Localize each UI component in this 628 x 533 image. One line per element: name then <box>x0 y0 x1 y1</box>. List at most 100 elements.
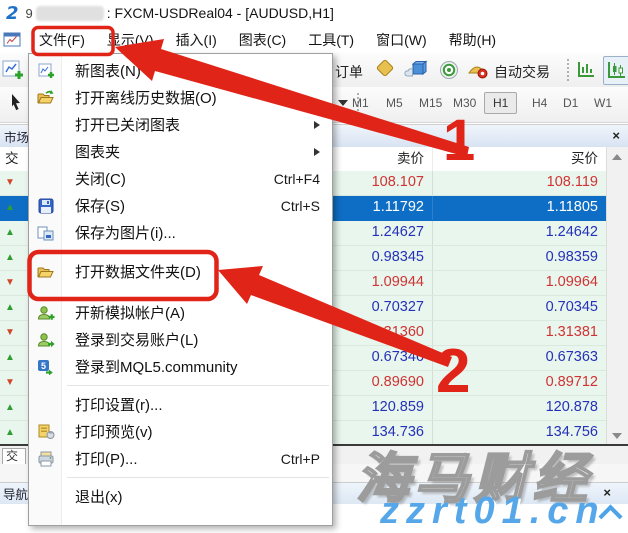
toolbar-separator <box>566 58 570 82</box>
menu-separator <box>67 385 329 386</box>
menu-item-label: 图表夹 <box>75 141 120 162</box>
menu-bar-item-0[interactable]: 文件(F) <box>28 26 96 54</box>
candlestick-chart-icon[interactable] <box>603 56 628 85</box>
file-menu-item-3[interactable]: 图表夹 <box>29 138 332 165</box>
price-up-icon: ▲ <box>5 428 15 438</box>
window-title: : FXCM-USDReal04 - [AUDUSD,H1] <box>107 5 334 21</box>
menu-bar-item-6[interactable]: 帮助(H) <box>438 26 507 54</box>
buy-price: 1.24642 <box>433 221 606 245</box>
buy-price: 1.31381 <box>433 321 606 345</box>
file-menu-item-10[interactable]: 5登录到MQL5.community <box>29 353 332 380</box>
file-menu-item-0[interactable]: 新图表(N) <box>29 57 332 84</box>
scroll-up-icon[interactable] <box>612 154 622 160</box>
buy-column-header[interactable]: 买价 <box>433 147 606 171</box>
menu-bar-items: 文件(F)显示(V)插入(I)图表(C)工具(T)窗口(W)帮助(H) <box>28 26 507 54</box>
buy-price: 1.11805 <box>433 196 606 220</box>
watermark-url: zzrt01.cn <box>380 490 606 533</box>
account-number: 9 <box>26 6 33 21</box>
menu-item-label: 打印(P)... <box>75 448 138 469</box>
price-down-icon: ▼ <box>5 278 15 288</box>
menu-item-label: 开新模拟帐户(A) <box>75 302 185 323</box>
timeframe-m5[interactable]: M5 <box>386 96 403 110</box>
save-icon <box>35 197 57 215</box>
file-menu-item-4[interactable]: 关闭(C)Ctrl+F4 <box>29 165 332 192</box>
menu-item-label: 打开已关闭图表 <box>75 114 180 135</box>
menu-item-label: 打开离线历史数据(O) <box>75 87 217 108</box>
file-menu-item-1[interactable]: 打开离线历史数据(O) <box>29 84 332 111</box>
timeframe-m1[interactable]: M1 <box>352 96 369 110</box>
file-menu-item-2[interactable]: 打开已关闭图表 <box>29 111 332 138</box>
file-menu-item-9[interactable]: 登录到交易账户(L) <box>29 326 332 353</box>
submenu-arrow-icon <box>314 148 320 156</box>
file-menu-item-13[interactable]: 打印预览(v) <box>29 418 332 445</box>
file-menu-item-16[interactable]: 退出(x) <box>29 483 332 510</box>
new-chart-icon <box>35 62 57 80</box>
price-up-icon: ▲ <box>5 253 15 263</box>
buy-price: 0.89712 <box>433 371 606 395</box>
mt4-logo-icon: 2 <box>6 3 19 24</box>
timeframe-h4[interactable]: H4 <box>532 96 547 110</box>
price-down-icon: ▼ <box>5 178 15 188</box>
scroll-down-icon[interactable] <box>612 433 622 439</box>
timeframe-m15[interactable]: M15 <box>419 96 442 110</box>
account-mask-blur <box>36 6 104 21</box>
price-up-icon: ▲ <box>5 353 15 363</box>
file-menu-item-8[interactable]: 开新模拟帐户(A) <box>29 299 332 326</box>
chart-window-icon[interactable] <box>3 32 22 48</box>
price-up-icon: ▲ <box>5 203 15 213</box>
new-order-button[interactable]: 订单 <box>335 62 363 82</box>
buy-price: 0.98359 <box>433 246 606 270</box>
file-menu-item-6[interactable]: 保存为图片(i)... <box>29 219 332 246</box>
autotrading-button[interactable]: 自动交易 <box>494 62 550 82</box>
menu-item-label: 关闭(C) <box>75 168 126 189</box>
menu-item-shortcut: Ctrl+P <box>281 451 320 467</box>
timeframe-h1[interactable]: H1 <box>484 92 517 114</box>
file-menu-item-7[interactable]: 打开数据文件夹(D) <box>29 257 332 286</box>
signals-icon[interactable] <box>438 59 462 86</box>
menu-bar-item-4[interactable]: 工具(T) <box>297 26 365 54</box>
menu-bar-item-5[interactable]: 窗口(W) <box>365 26 438 54</box>
buy-price: 0.67363 <box>433 346 606 370</box>
file-menu: 新图表(N)打开离线历史数据(O)打开已关闭图表图表夹关闭(C)Ctrl+F4保… <box>28 53 333 526</box>
submenu-arrow-icon <box>314 121 320 129</box>
tab-symbols[interactable]: 交 <box>2 448 26 464</box>
new-chart-toolbar-icon[interactable] <box>2 59 26 86</box>
price-up-icon: ▲ <box>5 403 15 413</box>
navigator-title: 导航 <box>3 484 28 503</box>
print-preview-icon <box>35 423 57 441</box>
menu-bar: 文件(F)显示(V)插入(I)图表(C)工具(T)窗口(W)帮助(H) <box>0 26 628 54</box>
menu-item-label: 打开数据文件夹(D) <box>75 261 201 282</box>
market-icon[interactable] <box>404 59 430 86</box>
cursor-icon[interactable] <box>7 93 25 118</box>
file-menu-item-14[interactable]: 打印(P)... Ctrl+P <box>29 445 332 472</box>
chevron-down-icon[interactable] <box>338 100 348 106</box>
demo-account-icon <box>35 304 57 322</box>
menu-item-label: 退出(x) <box>75 486 123 507</box>
buy-price: 1.09964 <box>433 271 606 295</box>
buy-price: 0.70345 <box>433 296 606 320</box>
autotrading-icon[interactable] <box>466 59 490 86</box>
bar-chart-icon[interactable] <box>575 59 599 86</box>
timeframe-d1[interactable]: D1 <box>563 96 578 110</box>
menu-item-label: 新图表(N) <box>75 60 141 81</box>
file-menu-item-12[interactable]: 打印设置(r)... <box>29 391 332 418</box>
menu-item-label: 保存为图片(i)... <box>75 222 176 243</box>
timeframe-m30[interactable]: M30 <box>453 96 476 110</box>
mql5-icon: 5 <box>35 358 57 376</box>
menu-bar-item-3[interactable]: 图表(C) <box>228 26 297 54</box>
metaeditor-icon[interactable] <box>372 59 398 86</box>
price-up-icon: ▲ <box>5 228 15 238</box>
menu-item-label: 登录到交易账户(L) <box>75 329 198 350</box>
open-offline-icon <box>35 89 57 107</box>
menu-separator <box>67 477 329 478</box>
svg-text:5: 5 <box>41 360 46 370</box>
timeframe-w1[interactable]: W1 <box>594 96 612 110</box>
title-bar: 2 9 : FXCM-USDReal04 - [AUDUSD,H1] <box>0 0 628 26</box>
file-menu-item-5[interactable]: 保存(S)Ctrl+S <box>29 192 332 219</box>
market-watch-scrollbar[interactable] <box>606 147 628 446</box>
print-icon <box>35 450 57 468</box>
close-icon[interactable]: × <box>612 130 620 142</box>
menu-bar-item-2[interactable]: 插入(I) <box>165 26 228 54</box>
price-up-icon: ▲ <box>5 303 15 313</box>
menu-bar-item-1[interactable]: 显示(V) <box>96 26 165 54</box>
